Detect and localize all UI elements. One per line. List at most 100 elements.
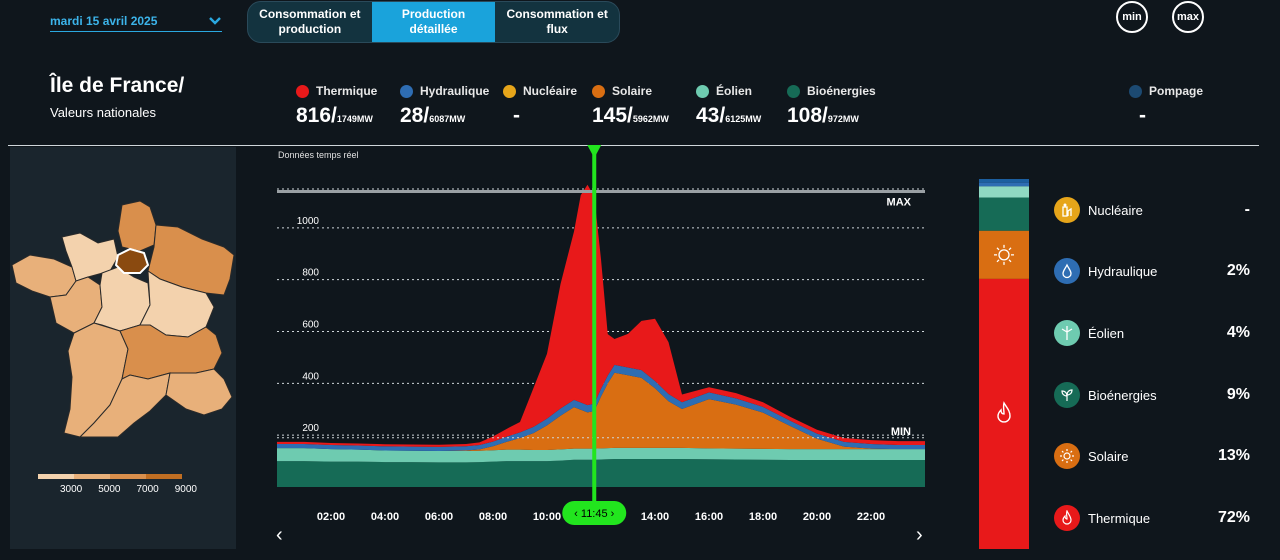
y-tick-label: 400: [302, 371, 319, 382]
mix-percent: -: [1244, 201, 1250, 218]
source-value: -: [1139, 104, 1146, 127]
time-cursor-label: ‹ 11:45 ›: [574, 508, 614, 520]
nuclear-icon: [1054, 197, 1080, 223]
x-tick-label: 02:00: [317, 511, 345, 523]
sun-icon: [1054, 443, 1080, 469]
source-value: -: [513, 104, 520, 127]
mix-name: Nucléaire: [1088, 202, 1143, 218]
y-tick-label: 600: [302, 320, 319, 331]
mix-item-bioenergies: Bioénergies 9%: [1054, 382, 1250, 408]
source-value: 816/: [296, 104, 337, 127]
mix-name: Bioénergies: [1088, 387, 1157, 403]
y-tick-label: 800: [302, 268, 319, 279]
source-name: Thermique: [316, 84, 378, 98]
map-legend: [38, 474, 182, 479]
wind-turbine-icon: [1054, 320, 1080, 346]
tab-production-detaillee[interactable]: Production détaillée: [371, 2, 496, 42]
region-title[interactable]: Île de France/: [50, 74, 184, 98]
source-max: 6125MW: [725, 114, 762, 124]
date-selector[interactable]: mardi 15 avril 2025: [50, 10, 222, 32]
date-label: mardi 15 avril 2025: [50, 13, 158, 28]
nucleaire-dot: [503, 84, 516, 98]
x-tick-label: 10:00: [533, 511, 561, 523]
x-tick-label: 16:00: [695, 511, 723, 523]
region-bretagne[interactable]: [11, 254, 77, 298]
mix-item-eolien: Éolien 4%: [1054, 320, 1250, 346]
chevron-right-icon[interactable]: ›: [916, 524, 923, 547]
mix-name: Thermique: [1088, 510, 1151, 526]
mix-name: Solaire: [1088, 448, 1129, 464]
x-tick-label: 08:00: [479, 511, 507, 523]
mix-segment-hydraulique: [979, 182, 1029, 187]
legend-tick: 9000: [174, 484, 197, 495]
x-tick-label: 20:00: [803, 511, 831, 523]
mix-stacked-bar: [979, 179, 1029, 549]
mix-segment-solaire: [979, 230, 1029, 279]
x-tick-label: 14:00: [641, 511, 669, 523]
bioenergies-dot: [787, 84, 800, 98]
y-tick-label: 1000: [297, 216, 320, 227]
source-thermique: Thermique 816/1749MW: [296, 84, 377, 128]
time-cursor-top-marker[interactable]: [587, 145, 602, 158]
mix-percent: 13%: [1217, 447, 1250, 464]
thermique-dot: [296, 84, 309, 98]
tab-consommation-flux[interactable]: Consommation et flux: [495, 2, 619, 42]
mix-percent: 72%: [1217, 509, 1250, 526]
tab-consommation-production[interactable]: Consommation et production: [248, 2, 372, 42]
map-panel: 3000 5000 7000 9000: [10, 147, 236, 549]
source-max: 5962MW: [632, 114, 669, 124]
source-max: 1749MW: [336, 114, 373, 124]
source-solaire: Solaire 145/5962MW: [592, 84, 669, 128]
water-drop-icon: [1054, 258, 1080, 284]
min-label: MIN: [891, 426, 911, 438]
legend-tick: 7000: [136, 484, 159, 495]
map-legend-ticks: 3000 5000 7000 9000: [60, 484, 197, 495]
source-pompage: Pompage -: [1129, 84, 1203, 128]
mix-percent: 9%: [1226, 386, 1250, 403]
source-max: 972MW: [827, 114, 859, 124]
legend-tick: 3000: [60, 484, 83, 495]
mix-item-solaire: Solaire 13%: [1054, 443, 1250, 469]
region-paca[interactable]: [165, 368, 233, 416]
source-nucleaire: Nucléaire -: [503, 84, 577, 128]
source-name: Pompage: [1149, 84, 1204, 98]
source-name: Bioénergies: [807, 84, 876, 98]
source-name: Hydraulique: [420, 84, 490, 98]
source-bioenergies: Bioénergies 108/972MW: [787, 84, 876, 128]
mix-segment-pompage: [979, 179, 1029, 183]
source-value: 108/: [787, 104, 828, 127]
source-hydraulique: Hydraulique 28/6087MW: [400, 84, 489, 128]
mix-percent: 2%: [1226, 262, 1250, 279]
mix-item-nucleaire: Nucléaire -: [1054, 197, 1250, 223]
x-tick-label: 06:00: [425, 511, 453, 523]
region-hauts-de-france[interactable]: [117, 200, 157, 252]
production-area-chart[interactable]: 200 400 600 800 1000 MAX MIN 02:00 04:00 06:00 08:…: [270, 140, 940, 552]
mix-segment-éolien: [979, 186, 1029, 198]
source-eolien: Éolien 43/6125MW: [696, 84, 761, 128]
pompage-dot: [1129, 84, 1142, 98]
leaf-icon: [1054, 382, 1080, 408]
max-button[interactable]: max: [1172, 1, 1204, 33]
x-tick-label: 04:00: [371, 511, 399, 523]
source-max: 6087MW: [429, 114, 466, 124]
mix-item-hydraulique: Hydraulique 2%: [1054, 258, 1250, 284]
source-name: Solaire: [612, 84, 653, 98]
eolien-dot: [696, 84, 709, 98]
mix-segment-bioénergies: [979, 197, 1029, 231]
source-value: 145/: [592, 104, 633, 127]
region-subtitle: Valeurs nationales: [50, 105, 156, 120]
view-tabs: Consommation et production Production dé…: [247, 1, 620, 43]
area-bioénergies: [277, 459, 925, 487]
x-tick-label: 18:00: [749, 511, 777, 523]
chevron-left-icon[interactable]: ‹: [276, 524, 283, 547]
region-ile-de-france-selected[interactable]: [114, 247, 150, 274]
mix-percent: 4%: [1226, 324, 1250, 341]
source-value: 28/: [400, 104, 430, 127]
mix-item-thermique: Thermique 72%: [1054, 505, 1250, 531]
flame-icon: [1054, 505, 1080, 531]
legend-tick: 5000: [98, 484, 121, 495]
x-tick-label: 22:00: [857, 511, 885, 523]
max-label: MAX: [887, 197, 912, 209]
min-button[interactable]: min: [1116, 1, 1148, 33]
hydraulique-dot: [400, 84, 413, 98]
